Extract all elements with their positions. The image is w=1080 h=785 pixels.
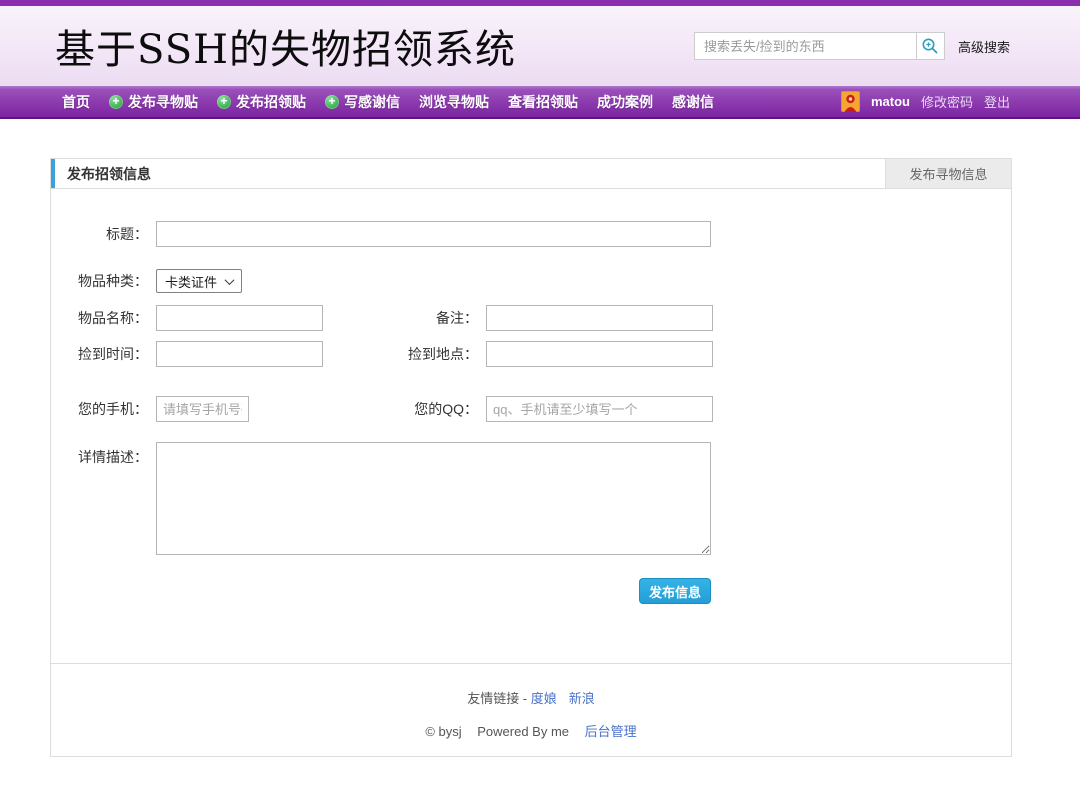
site-title: 基于SSH的失物招领系统 <box>55 17 516 75</box>
submit-row: 发布信息 <box>51 578 1011 604</box>
found-post-form: 标题： 物品种类： 卡类证件 物品名称： 备注： 捡到时间： 捡到地点： 您的手… <box>51 189 1011 604</box>
time-place-row: 捡到时间： 捡到地点： <box>51 341 1011 367</box>
link-sina[interactable]: 新浪 <box>569 691 595 706</box>
change-password-link[interactable]: 修改密码 <box>921 92 973 111</box>
nav-view-found[interactable]: 查看招领贴 <box>508 92 578 112</box>
nav-view-found-label: 查看招领贴 <box>508 92 578 112</box>
search-area: 高级搜索 <box>694 32 1010 60</box>
nav-write-thanks-label: 写感谢信 <box>344 92 400 112</box>
description-row: 详情描述： <box>51 442 1011 555</box>
plus-icon: + <box>217 95 231 109</box>
description-textarea[interactable] <box>156 442 711 555</box>
title-row: 标题： <box>51 221 1011 247</box>
nav-post-lost-label: 发布寻物贴 <box>128 92 198 112</box>
plus-icon: + <box>109 95 123 109</box>
nav-thanks-letters-label: 感谢信 <box>672 92 714 112</box>
title-label: 标题： <box>51 224 148 244</box>
category-row: 物品种类： 卡类证件 <box>51 269 1011 293</box>
title-input[interactable] <box>156 221 711 247</box>
search-input[interactable] <box>694 32 916 60</box>
username: matou <box>871 94 910 109</box>
description-label: 详情描述： <box>51 447 148 467</box>
category-selected-value: 卡类证件 <box>165 272 217 291</box>
qq-label: 您的QQ： <box>249 399 478 419</box>
nav-success-cases[interactable]: 成功案例 <box>597 92 653 112</box>
found-place-input[interactable] <box>486 341 713 367</box>
nav-thanks-letters[interactable]: 感谢信 <box>672 92 714 112</box>
nav-home-label: 首页 <box>62 92 90 112</box>
main-nav: 首页 + 发布寻物贴 + 发布招领贴 + 写感谢信 浏览寻物贴 查看招领贴 成功… <box>0 86 1080 119</box>
page-footer: 友情链接 - 度娘新浪 © bysj Powered By me 后台管理 <box>51 663 1011 740</box>
nav-browse-lost[interactable]: 浏览寻物贴 <box>419 92 489 112</box>
plus-icon: + <box>325 95 339 109</box>
phone-label: 您的手机： <box>51 399 148 419</box>
site-header: 基于SSH的失物招领系统 高级搜索 <box>0 6 1080 86</box>
publish-button[interactable]: 发布信息 <box>639 578 711 604</box>
nav-home[interactable]: 首页 <box>62 92 90 112</box>
admin-link[interactable]: 后台管理 <box>585 724 637 739</box>
tab-post-lost-info[interactable]: 发布寻物信息 <box>885 159 1011 188</box>
panel-title: 发布招领信息 <box>55 159 885 188</box>
user-area: matou 修改密码 登出 <box>841 91 1010 112</box>
qq-input[interactable] <box>486 396 713 422</box>
friend-links-prefix: 友情链接 - <box>467 691 527 706</box>
item-name-input[interactable] <box>156 305 323 331</box>
phone-input[interactable] <box>156 396 249 422</box>
nav-post-found[interactable]: + 发布招领贴 <box>217 92 306 112</box>
copyright-text: © bysj <box>425 724 461 739</box>
remark-input[interactable] <box>486 305 713 331</box>
search-button[interactable] <box>916 32 945 60</box>
nav-post-lost[interactable]: + 发布寻物贴 <box>109 92 198 112</box>
remark-label: 备注： <box>323 308 478 328</box>
name-remark-row: 物品名称： 备注： <box>51 305 1011 331</box>
phone-qq-row: 您的手机： 您的QQ： <box>51 396 1011 422</box>
content-panel: 发布招领信息 发布寻物信息 标题： 物品种类： 卡类证件 物品名称： 备注： 捡… <box>50 158 1012 757</box>
found-time-input[interactable] <box>156 341 323 367</box>
nav-success-cases-label: 成功案例 <box>597 92 653 112</box>
nav-write-thanks[interactable]: + 写感谢信 <box>325 92 400 112</box>
powered-by-text: Powered By me <box>477 724 569 739</box>
nav-browse-lost-label: 浏览寻物贴 <box>419 92 489 112</box>
item-category-select[interactable]: 卡类证件 <box>156 269 242 293</box>
nav-menu: 首页 + 发布寻物贴 + 发布招领贴 + 写感谢信 浏览寻物贴 查看招领贴 成功… <box>62 92 714 112</box>
user-avatar <box>841 91 860 112</box>
advanced-search-link[interactable]: 高级搜索 <box>958 37 1010 56</box>
friend-links-line: 友情链接 - 度娘新浪 <box>51 688 1011 707</box>
nav-post-found-label: 发布招领贴 <box>236 92 306 112</box>
link-baidu[interactable]: 度娘 <box>531 691 557 706</box>
search-icon <box>921 37 939 55</box>
panel-header: 发布招领信息 发布寻物信息 <box>51 159 1011 189</box>
item-name-label: 物品名称： <box>51 308 148 328</box>
logout-link[interactable]: 登出 <box>984 92 1010 111</box>
copyright-line: © bysj Powered By me 后台管理 <box>51 721 1011 740</box>
chevron-down-icon <box>225 275 235 285</box>
found-place-label: 捡到地点： <box>323 344 478 364</box>
found-time-label: 捡到时间： <box>51 344 148 364</box>
category-label: 物品种类： <box>51 271 148 291</box>
